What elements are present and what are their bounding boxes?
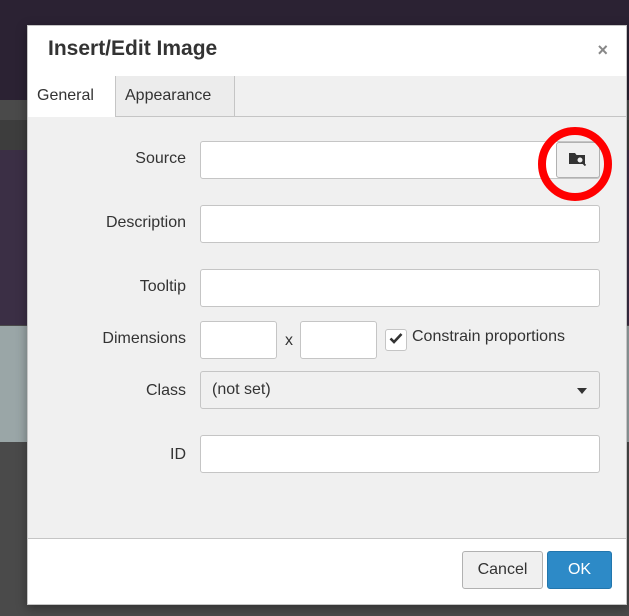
tooltip-label: Tooltip bbox=[139, 278, 186, 295]
constrain-proportions-checkbox[interactable] bbox=[385, 329, 407, 351]
class-select[interactable]: (not set) bbox=[200, 371, 600, 409]
dialog-titlebar: Insert/Edit Image × bbox=[28, 26, 626, 77]
source-input[interactable] bbox=[200, 141, 600, 179]
dimensions-separator: x bbox=[285, 332, 293, 349]
dialog-title: Insert/Edit Image bbox=[48, 37, 218, 60]
tab-appearance[interactable]: Appearance bbox=[116, 76, 235, 116]
description-input[interactable] bbox=[200, 205, 600, 243]
dimensions-label: Dimensions bbox=[102, 330, 186, 347]
folder-search-icon bbox=[568, 150, 588, 171]
insert-edit-image-dialog: Insert/Edit Image × General Appearance S… bbox=[27, 25, 627, 605]
close-icon[interactable]: × bbox=[597, 40, 608, 60]
width-input[interactable] bbox=[200, 321, 277, 359]
ok-button[interactable]: OK bbox=[547, 551, 612, 589]
checkmark-icon bbox=[389, 331, 403, 349]
cancel-button[interactable]: Cancel bbox=[462, 551, 543, 589]
constrain-proportions-label: Constrain proportions bbox=[412, 328, 565, 345]
tooltip-input[interactable] bbox=[200, 269, 600, 307]
id-input[interactable] bbox=[200, 435, 600, 473]
tab-bar: General Appearance bbox=[28, 76, 626, 117]
description-label: Description bbox=[105, 214, 186, 231]
source-label: Source bbox=[135, 150, 186, 167]
id-label: ID bbox=[170, 446, 186, 463]
browse-button[interactable] bbox=[556, 142, 600, 178]
tab-general[interactable]: General bbox=[28, 76, 116, 117]
class-select-value: (not set) bbox=[212, 381, 271, 398]
height-input[interactable] bbox=[300, 321, 377, 359]
class-label: Class bbox=[145, 382, 186, 399]
chevron-down-icon bbox=[577, 388, 587, 394]
